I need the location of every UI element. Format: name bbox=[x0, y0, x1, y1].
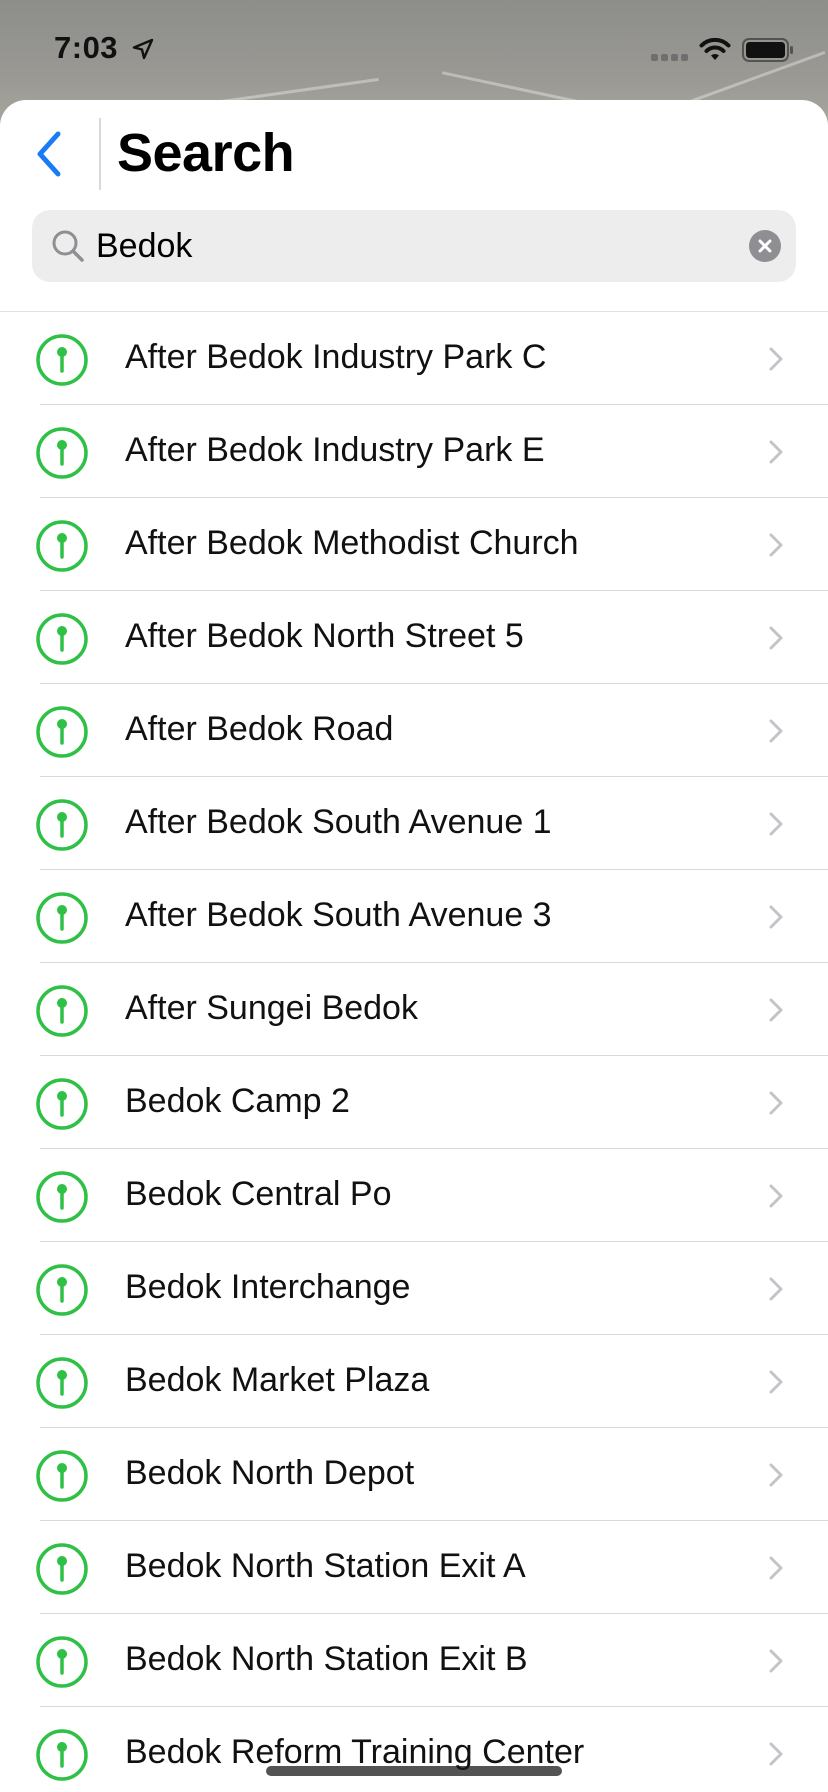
battery-icon bbox=[742, 38, 793, 62]
chevron-right-icon bbox=[769, 1463, 783, 1487]
bus-stop-pin-icon bbox=[36, 985, 88, 1037]
result-label: After Bedok South Avenue 3 bbox=[125, 896, 552, 934]
result-label: After Bedok Industry Park C bbox=[125, 338, 547, 376]
result-row[interactable]: After Bedok South Avenue 1 bbox=[0, 777, 828, 870]
bus-stop-pin-icon bbox=[36, 1543, 88, 1595]
result-row[interactable]: Bedok Central Po bbox=[0, 1149, 828, 1242]
chevron-right-icon bbox=[769, 1091, 783, 1115]
chevron-right-icon bbox=[769, 812, 783, 836]
result-row[interactable]: After Sungei Bedok bbox=[0, 963, 828, 1056]
result-row[interactable]: Bedok North Depot bbox=[0, 1428, 828, 1521]
home-indicator bbox=[266, 1766, 562, 1776]
back-button[interactable] bbox=[28, 124, 78, 184]
result-row[interactable]: After Bedok Industry Park C bbox=[0, 312, 828, 405]
bus-stop-pin-icon bbox=[36, 799, 88, 851]
result-row[interactable]: Bedok North Station Exit B bbox=[0, 1614, 828, 1707]
chevron-right-icon bbox=[769, 347, 783, 371]
chevron-right-icon bbox=[769, 1184, 783, 1208]
result-row[interactable]: Bedok Market Plaza bbox=[0, 1335, 828, 1428]
chevron-right-icon bbox=[769, 1556, 783, 1580]
clear-search-button[interactable] bbox=[749, 230, 781, 262]
page-title: Search bbox=[117, 123, 295, 183]
location-arrow-icon bbox=[132, 38, 154, 60]
bus-stop-pin-icon bbox=[36, 892, 88, 944]
bus-stop-pin-icon bbox=[36, 1264, 88, 1316]
result-row[interactable]: After Bedok Industry Park E bbox=[0, 405, 828, 498]
result-row[interactable]: Bedok North Station Exit A bbox=[0, 1521, 828, 1614]
result-label: After Sungei Bedok bbox=[125, 989, 418, 1027]
header-divider bbox=[99, 118, 101, 190]
result-label: Bedok Central Po bbox=[125, 1175, 392, 1213]
result-label: After Bedok Road bbox=[125, 710, 394, 748]
bus-stop-pin-icon bbox=[36, 1171, 88, 1223]
bus-stop-pin-icon bbox=[36, 613, 88, 665]
bus-stop-pin-icon bbox=[36, 334, 88, 386]
result-row[interactable]: Bedok Interchange bbox=[0, 1242, 828, 1335]
wifi-icon bbox=[699, 37, 731, 60]
result-label: Bedok North Depot bbox=[125, 1454, 415, 1492]
chevron-right-icon bbox=[769, 440, 783, 464]
result-label: After Bedok South Avenue 1 bbox=[125, 803, 552, 841]
result-row[interactable]: After Bedok North Street 5 bbox=[0, 591, 828, 684]
result-label: Bedok Interchange bbox=[125, 1268, 411, 1306]
bus-stop-pin-icon bbox=[36, 1078, 88, 1130]
chevron-right-icon bbox=[769, 998, 783, 1022]
result-label: Bedok Market Plaza bbox=[125, 1361, 430, 1399]
result-row[interactable]: After Bedok Methodist Church bbox=[0, 498, 828, 591]
chevron-right-icon bbox=[769, 533, 783, 557]
status-time: 7:03 bbox=[54, 30, 119, 65]
search-sheet: Search After Bedok Industry Park CAfter … bbox=[0, 100, 828, 1792]
result-row[interactable]: After Bedok South Avenue 3 bbox=[0, 870, 828, 963]
bus-stop-pin-icon bbox=[36, 520, 88, 572]
chevron-right-icon bbox=[769, 1277, 783, 1301]
cellular-signal-icon bbox=[651, 54, 688, 61]
chevron-left-icon bbox=[37, 131, 61, 177]
search-input[interactable] bbox=[94, 220, 734, 272]
result-label: Bedok Camp 2 bbox=[125, 1082, 350, 1120]
chevron-right-icon bbox=[769, 1649, 783, 1673]
bus-stop-pin-icon bbox=[36, 1357, 88, 1409]
result-label: Bedok North Station Exit B bbox=[125, 1640, 528, 1678]
bus-stop-pin-icon bbox=[36, 1729, 88, 1781]
bus-stop-pin-icon bbox=[36, 1450, 88, 1502]
result-label: After Bedok Industry Park E bbox=[125, 431, 545, 469]
status-bar: 7:03 bbox=[0, 0, 828, 100]
results-list: After Bedok Industry Park C After Bedok I… bbox=[0, 312, 828, 1792]
bus-stop-pin-icon bbox=[36, 427, 88, 479]
result-row[interactable]: Bedok Camp 2 bbox=[0, 1056, 828, 1149]
bus-stop-pin-icon bbox=[36, 1636, 88, 1688]
chevron-right-icon bbox=[769, 1742, 783, 1766]
clear-icon bbox=[758, 239, 772, 253]
search-icon bbox=[52, 230, 84, 262]
chevron-right-icon bbox=[769, 905, 783, 929]
result-label: After Bedok North Street 5 bbox=[125, 617, 524, 655]
chevron-right-icon bbox=[769, 719, 783, 743]
result-row[interactable]: Bedok Reform Training Center bbox=[0, 1707, 828, 1792]
chevron-right-icon bbox=[769, 1370, 783, 1394]
bus-stop-pin-icon bbox=[36, 706, 88, 758]
header: Search bbox=[0, 100, 828, 200]
result-label: Bedok North Station Exit A bbox=[125, 1547, 526, 1585]
result-row[interactable]: After Bedok Road bbox=[0, 684, 828, 777]
search-bar bbox=[32, 210, 796, 282]
result-label: After Bedok Methodist Church bbox=[125, 524, 579, 562]
chevron-right-icon bbox=[769, 626, 783, 650]
